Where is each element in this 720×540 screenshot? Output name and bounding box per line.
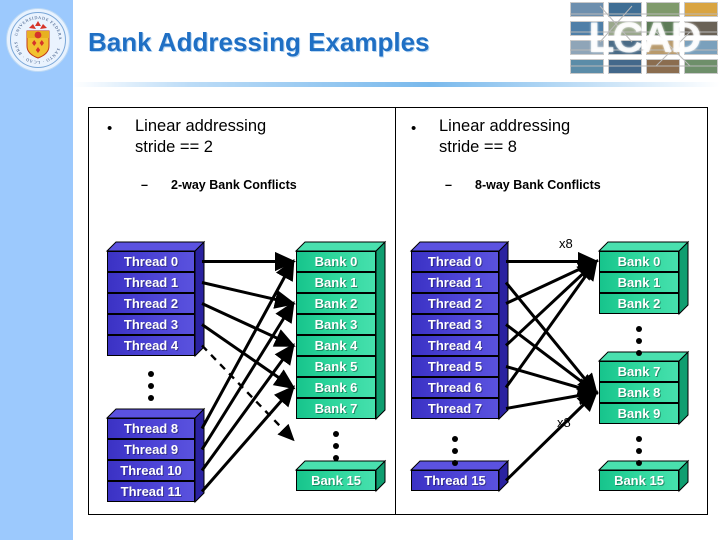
mapping-arrow bbox=[505, 365, 599, 397]
seal-artwork: UNIVERSIDADE FEDERAL DO ESPIRITO SANTO ·… bbox=[7, 9, 62, 65]
mapping-arrow bbox=[504, 259, 598, 389]
mapping-arrow bbox=[504, 281, 598, 395]
mapping-arrow bbox=[505, 323, 599, 395]
decorative-sidebar bbox=[0, 0, 73, 540]
page-title: Bank Addressing Examples bbox=[88, 27, 430, 57]
mapping-arrow bbox=[200, 343, 295, 472]
content-frame: • Linear addressing stride == 2 – 2-way … bbox=[88, 107, 708, 515]
title-divider bbox=[73, 82, 720, 87]
diagram-arrows bbox=[200, 251, 599, 493]
lcad-brand-logo: LCAD bbox=[570, 2, 718, 74]
university-seal-logo: UNIVERSIDADE FEDERAL DO ESPIRITO SANTO ·… bbox=[6, 8, 70, 72]
slide-canvas: UNIVERSIDADE FEDERAL DO ESPIRITO SANTO ·… bbox=[0, 0, 720, 540]
brand-wordmark: LCAD bbox=[588, 13, 701, 62]
